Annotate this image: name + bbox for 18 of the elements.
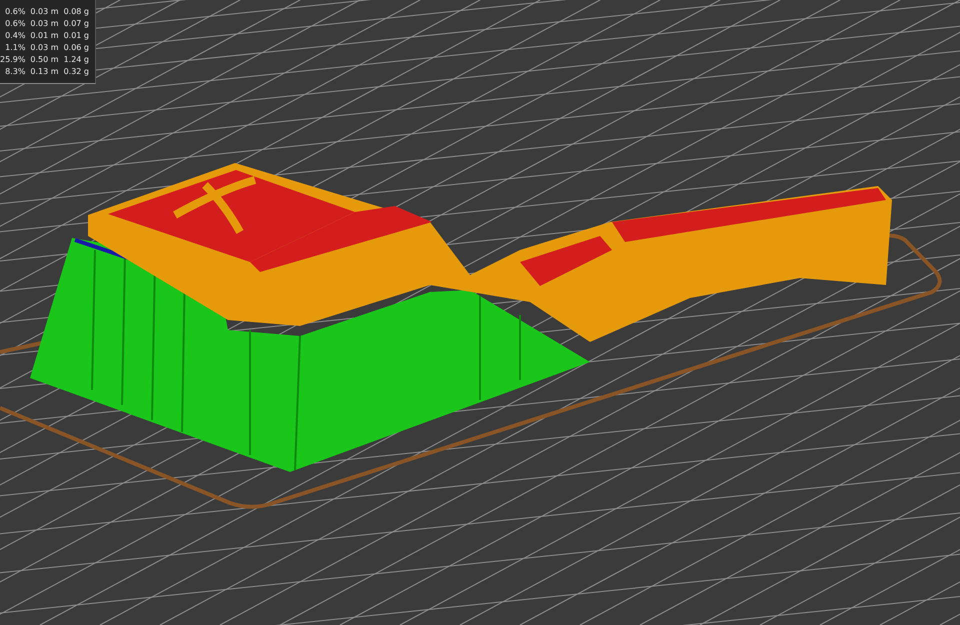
length-text: 0.01 m (30, 31, 59, 41)
weight-text: 0.07 g (64, 19, 90, 29)
weight-text: 0.01 g (64, 31, 90, 41)
percent-text: 0.4% (4, 31, 26, 41)
weight-text: 1.24 g (64, 55, 90, 65)
length-text: 0.03 m (30, 7, 59, 17)
weight-text: 0.32 g (64, 67, 90, 77)
weight-text: 0.06 g (64, 43, 90, 53)
length-text: 0.50 m (30, 55, 59, 65)
length-text: 0.03 m (30, 43, 59, 53)
length-text: 0.13 m (30, 67, 59, 77)
length-text: 0.03 m (30, 19, 59, 29)
percent-text: 8.3% (4, 67, 26, 77)
percent-text: 1.1% (4, 43, 26, 53)
percent-text: 25.9% (0, 55, 26, 65)
percent-text: 0.6% (4, 7, 26, 17)
weight-text: 0.08 g (64, 7, 90, 17)
percent-text: 0.6% (4, 19, 26, 29)
